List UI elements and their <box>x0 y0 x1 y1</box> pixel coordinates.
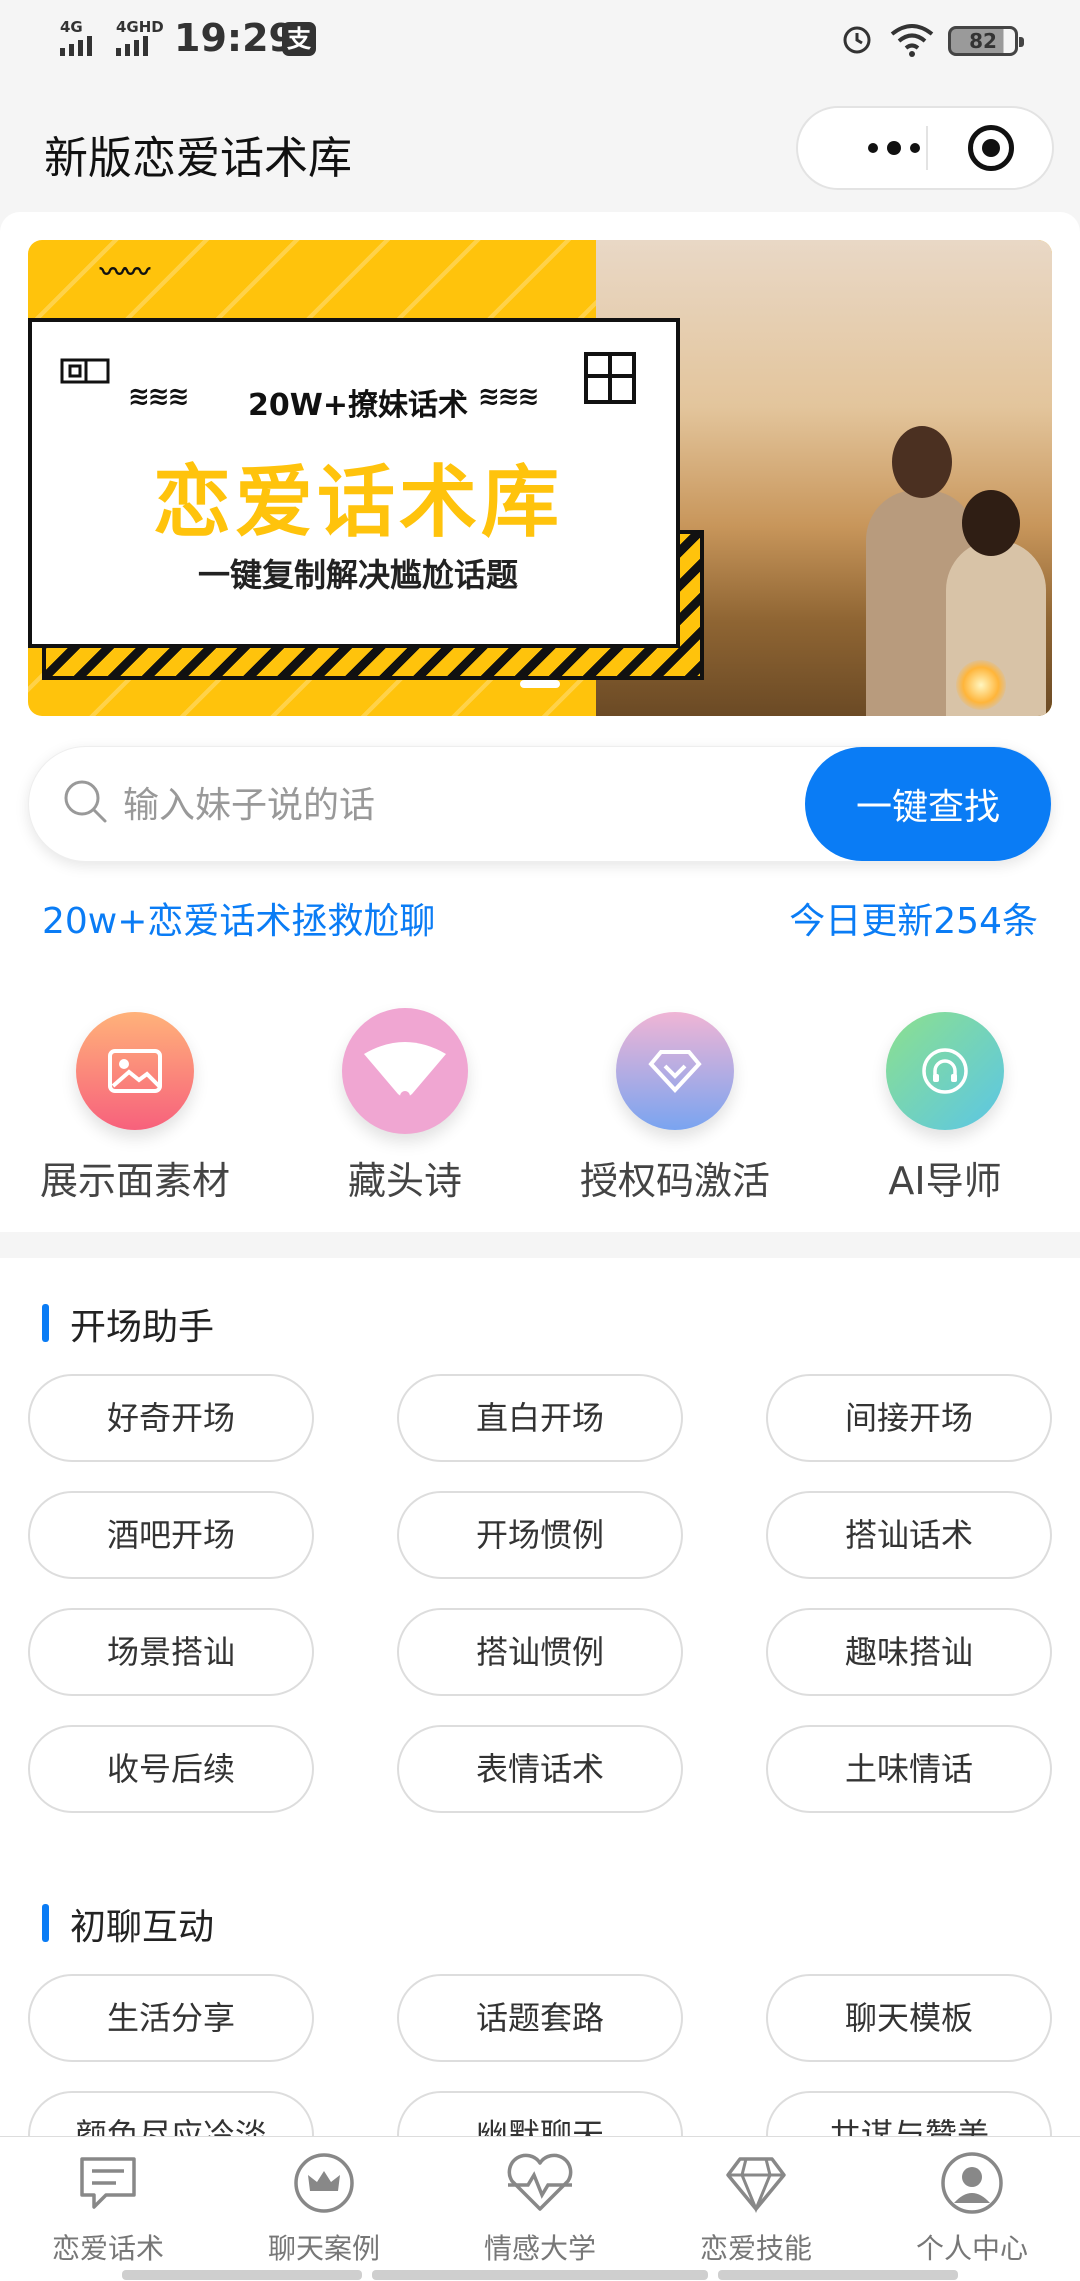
capsule-divider <box>926 126 928 170</box>
quick-actions: 展示面素材 藏头诗 授权码激活 AI导师 <box>0 1008 1080 1212</box>
battery-indicator: 82 <box>948 26 1024 56</box>
banner-text-card: ≋≋≋ ≋≋≋ 20W+撩妹话术 恋爱话术库 一键复制解决尴尬话题 <box>28 318 680 648</box>
quick-action-showcase-material[interactable]: 展示面素材 <box>0 1012 270 1205</box>
section-divider <box>0 1232 1080 1258</box>
category-pill[interactable]: 间接开场 <box>766 1374 1052 1462</box>
category-pill[interactable]: 聊天模板 <box>766 1974 1052 2062</box>
status-bar: 4G 4GHD 19:29 支 82 <box>0 0 1080 80</box>
promo-text: 20w+恋爱话术拯救尬聊 <box>42 901 436 942</box>
pay-icon: 支 <box>282 22 316 56</box>
clock: 19:29 <box>174 16 295 60</box>
category-pill[interactable]: 收号后续 <box>28 1725 314 1813</box>
tab-label: 恋爱话术 <box>51 2232 164 2265</box>
quick-action-ai-mentor[interactable]: AI导师 <box>810 1012 1080 1205</box>
home-indicator <box>718 2270 958 2280</box>
category-pill[interactable]: 话题套路 <box>397 1974 683 2062</box>
close-mini-program-button[interactable] <box>968 125 1014 171</box>
category-pill[interactable]: 好奇开场 <box>28 1374 314 1462</box>
crown-icon <box>294 2153 354 2213</box>
tab-love-skills[interactable]: 恋爱技能 <box>648 2137 864 2281</box>
quick-action-activate-code[interactable]: 授权码激活 <box>540 1012 810 1205</box>
tab-chat-cases[interactable]: 聊天案例 <box>216 2137 432 2281</box>
banner-caption: 一键复制解决尴尬话题 <box>197 556 518 594</box>
section-title: 开场助手 <box>42 1298 214 1350</box>
mini-program-capsule <box>796 106 1054 190</box>
category-sections: 开场助手 好奇开场 直白开场 间接开场 酒吧开场 开场惯例 搭讪话术 场景搭讪 … <box>0 1258 1080 2179</box>
quick-action-label: 授权码激活 <box>579 1159 770 1203</box>
alarm-icon <box>843 26 871 54</box>
tab-love-scripts[interactable]: 恋爱话术 <box>0 2137 216 2281</box>
category-pill[interactable]: 直白开场 <box>397 1374 683 1462</box>
tab-label: 个人中心 <box>915 2232 1028 2265</box>
tab-emotion-university[interactable]: 情感大学 <box>432 2137 648 2281</box>
category-pill[interactable]: 搭讪话术 <box>766 1491 1052 1579</box>
signal-bars-icon <box>60 36 92 56</box>
tab-label: 聊天案例 <box>267 2232 380 2265</box>
quick-action-label: 展示面素材 <box>39 1159 230 1203</box>
category-pill[interactable]: 搭讪惯例 <box>397 1608 683 1696</box>
tab-personal-center[interactable]: 个人中心 <box>864 2137 1080 2281</box>
category-pill[interactable]: 表情话术 <box>397 1725 683 1813</box>
diamond-icon <box>616 1012 734 1130</box>
category-pill[interactable]: 土味情话 <box>766 1725 1052 1813</box>
search-bar: 一键查找 <box>28 746 1052 863</box>
headset-icon <box>886 1012 1004 1130</box>
main-content: 〰〰 ≋≋≋ ≋≋≋ 20W+撩妹话术 恋爱话术库 一键复制解决尴尬话题 输入妹… <box>0 212 1080 1232</box>
signal-label-2: 4GHD <box>116 18 164 36</box>
quick-action-label: AI导师 <box>888 1159 1002 1203</box>
signal-label-1: 4G <box>60 18 83 36</box>
update-count-text: 今日更新254条 <box>789 901 1038 942</box>
diamond-outline-icon <box>726 2157 786 2213</box>
page-title: 新版恋爱话术库 <box>44 133 352 184</box>
banner-title: 恋爱话术库 <box>152 458 563 548</box>
fan-icon <box>342 1008 468 1134</box>
section-title: 初聊互动 <box>42 1898 214 1950</box>
heartbeat-icon <box>507 2153 573 2211</box>
banner-subtitle: 20W+撩妹话术 <box>248 388 468 423</box>
signal-bars-icon <box>116 36 148 56</box>
tab-label: 情感大学 <box>483 2232 596 2265</box>
search-input[interactable] <box>121 747 705 863</box>
quick-action-acrostic-poem[interactable]: 藏头诗 <box>270 1008 540 1205</box>
tab-label: 恋爱技能 <box>699 2232 812 2265</box>
category-pill[interactable]: 开场惯例 <box>397 1491 683 1579</box>
search-icon <box>64 780 107 823</box>
category-pill[interactable]: 趣味搭讪 <box>766 1608 1052 1696</box>
home-indicator <box>122 2270 362 2280</box>
quick-action-label: 藏头诗 <box>347 1159 462 1203</box>
chat-bubble-icon <box>80 2157 136 2209</box>
category-pill[interactable]: 生活分享 <box>28 1974 314 2062</box>
wifi-icon <box>890 24 934 57</box>
more-menu-button[interactable] <box>834 108 954 188</box>
image-icon <box>76 1012 194 1130</box>
carousel-indicator <box>520 680 560 688</box>
promo-banner[interactable]: 〰〰 ≋≋≋ ≋≋≋ 20W+撩妹话术 恋爱话术库 一键复制解决尴尬话题 <box>28 240 1052 716</box>
bottom-tab-bar: 恋爱话术 聊天案例 情感大学 恋爱技能 个人中心 <box>0 2136 1080 2281</box>
nav-bar: 新版恋爱话术库 <box>0 80 1080 210</box>
user-icon <box>941 2152 1003 2214</box>
category-pill[interactable]: 场景搭讪 <box>28 1608 314 1696</box>
home-indicator <box>372 2270 708 2280</box>
category-pill[interactable]: 酒吧开场 <box>28 1491 314 1579</box>
search-button[interactable]: 一键查找 <box>805 747 1051 861</box>
wave-decoration-icon: 〰〰 <box>100 258 150 288</box>
